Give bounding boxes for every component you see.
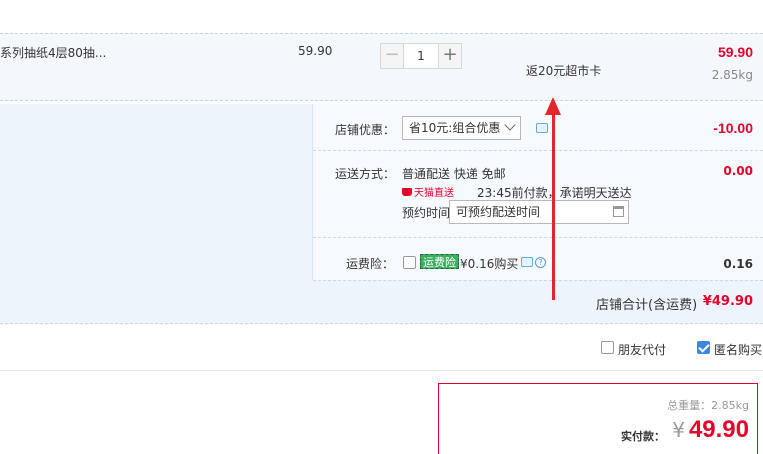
currency-symbol: ¥ [672,418,685,442]
decrease-quantity-button[interactable]: − [380,43,404,69]
product-title-link[interactable]: 系列抽纸4层80抽... [0,44,106,61]
annotation-arrow-head [545,97,561,115]
total-weight: 总重量：2.85kg [667,399,749,412]
friend-pay-label[interactable]: 朋友代付 [618,341,666,358]
chat-icon[interactable] [521,257,533,267]
friend-pay-checkbox[interactable] [601,341,614,354]
chat-icon[interactable] [536,123,548,133]
promo-selected-value: 省10元:组合优惠 [409,121,501,135]
unit-price: 59.90 [298,44,333,58]
shop-total-label: 店铺合计(含运费) [596,298,698,313]
shipping-label: 运送方式： [335,167,396,181]
insurance-price: ¥0.16购买 [460,257,519,271]
anonymous-label[interactable]: 匿名购买 [714,341,762,358]
shipping-fee: 0.00 [723,164,753,178]
insurance-checkbox[interactable] [403,256,416,269]
divider [313,237,763,238]
tmall-cart-icon [402,187,412,196]
shop-total-amount: ¥49.90 [702,294,753,309]
divider [313,280,763,281]
shipping-method: 普通配送 快递 免邮 [402,167,506,181]
promo-label: 店铺优惠： [335,123,396,137]
insurance-tag: 运费险 [420,254,459,269]
payment-amount: ¥ 49.90 [672,416,749,444]
divider [0,370,763,371]
quantity-stepper: − 1 + [380,43,462,69]
annotation-arrow-shaft [552,112,555,300]
calendar-icon[interactable] [613,206,624,217]
cashback-note: 返20元超市卡 [526,64,602,78]
quantity-input[interactable]: 1 [404,43,438,69]
schedule-time-input[interactable]: 可预约配送时间 [449,200,629,224]
payment-label: 实付款： [621,430,665,443]
item-subtotal: 59.90 [717,44,753,60]
schedule-label: 预约时间 [402,206,451,220]
payment-total: 49.90 [688,416,749,443]
increase-quantity-button[interactable]: + [438,43,462,69]
chevron-down-icon [504,119,516,131]
help-icon[interactable]: ? [535,257,546,268]
anonymous-checkbox[interactable] [697,341,710,354]
tmall-direct-badge: 天猫直送 [402,184,454,199]
divider [313,150,763,151]
insurance-fee: 0.16 [723,257,753,271]
schedule-placeholder: 可预约配送时间 [456,205,541,219]
tmall-badge-label: 天猫直送 [414,188,454,199]
item-weight: 2.85kg [711,68,753,82]
promo-amount: -10.00 [713,120,753,136]
insurance-label: 运费险： [346,257,395,271]
promo-select[interactable]: 省10元:组合优惠 [402,116,521,140]
